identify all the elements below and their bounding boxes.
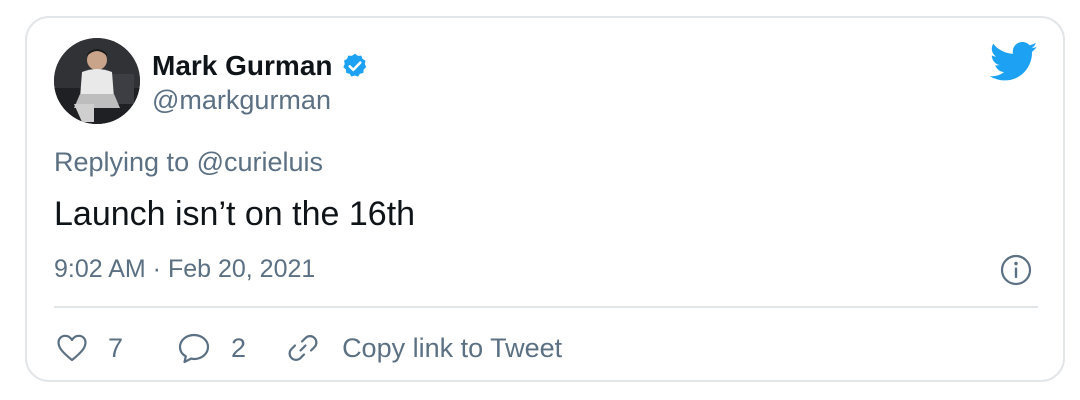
link-icon [286,331,320,365]
author-handle[interactable]: @markgurman [152,84,331,116]
reply-button[interactable]: 2 [177,332,246,364]
divider [54,306,1038,308]
author-display-name[interactable]: Mark Gurman [152,50,333,82]
author-name-row[interactable]: Mark Gurman [152,50,369,82]
replying-to[interactable]: Replying to @curieluis [54,146,323,178]
comment-icon [177,332,211,364]
heart-icon [56,333,88,363]
info-icon[interactable] [1000,254,1032,286]
tweet-timestamp[interactable]: 9:02 AM · Feb 20, 2021 [54,254,315,284]
twitter-bird-icon[interactable] [989,42,1038,82]
like-button[interactable]: 7 [56,332,123,364]
tweet-actions: 7 2 Copy link to Tweet [56,328,562,368]
tweet-text: Launch isn’t on the 16th [54,195,416,233]
avatar[interactable] [54,38,140,124]
copy-link-label: Copy link to Tweet [342,333,563,363]
like-count: 7 [108,333,124,363]
reply-count: 2 [231,333,247,363]
verified-badge-icon [341,52,369,80]
copy-link-button[interactable]: Copy link to Tweet [286,331,562,365]
